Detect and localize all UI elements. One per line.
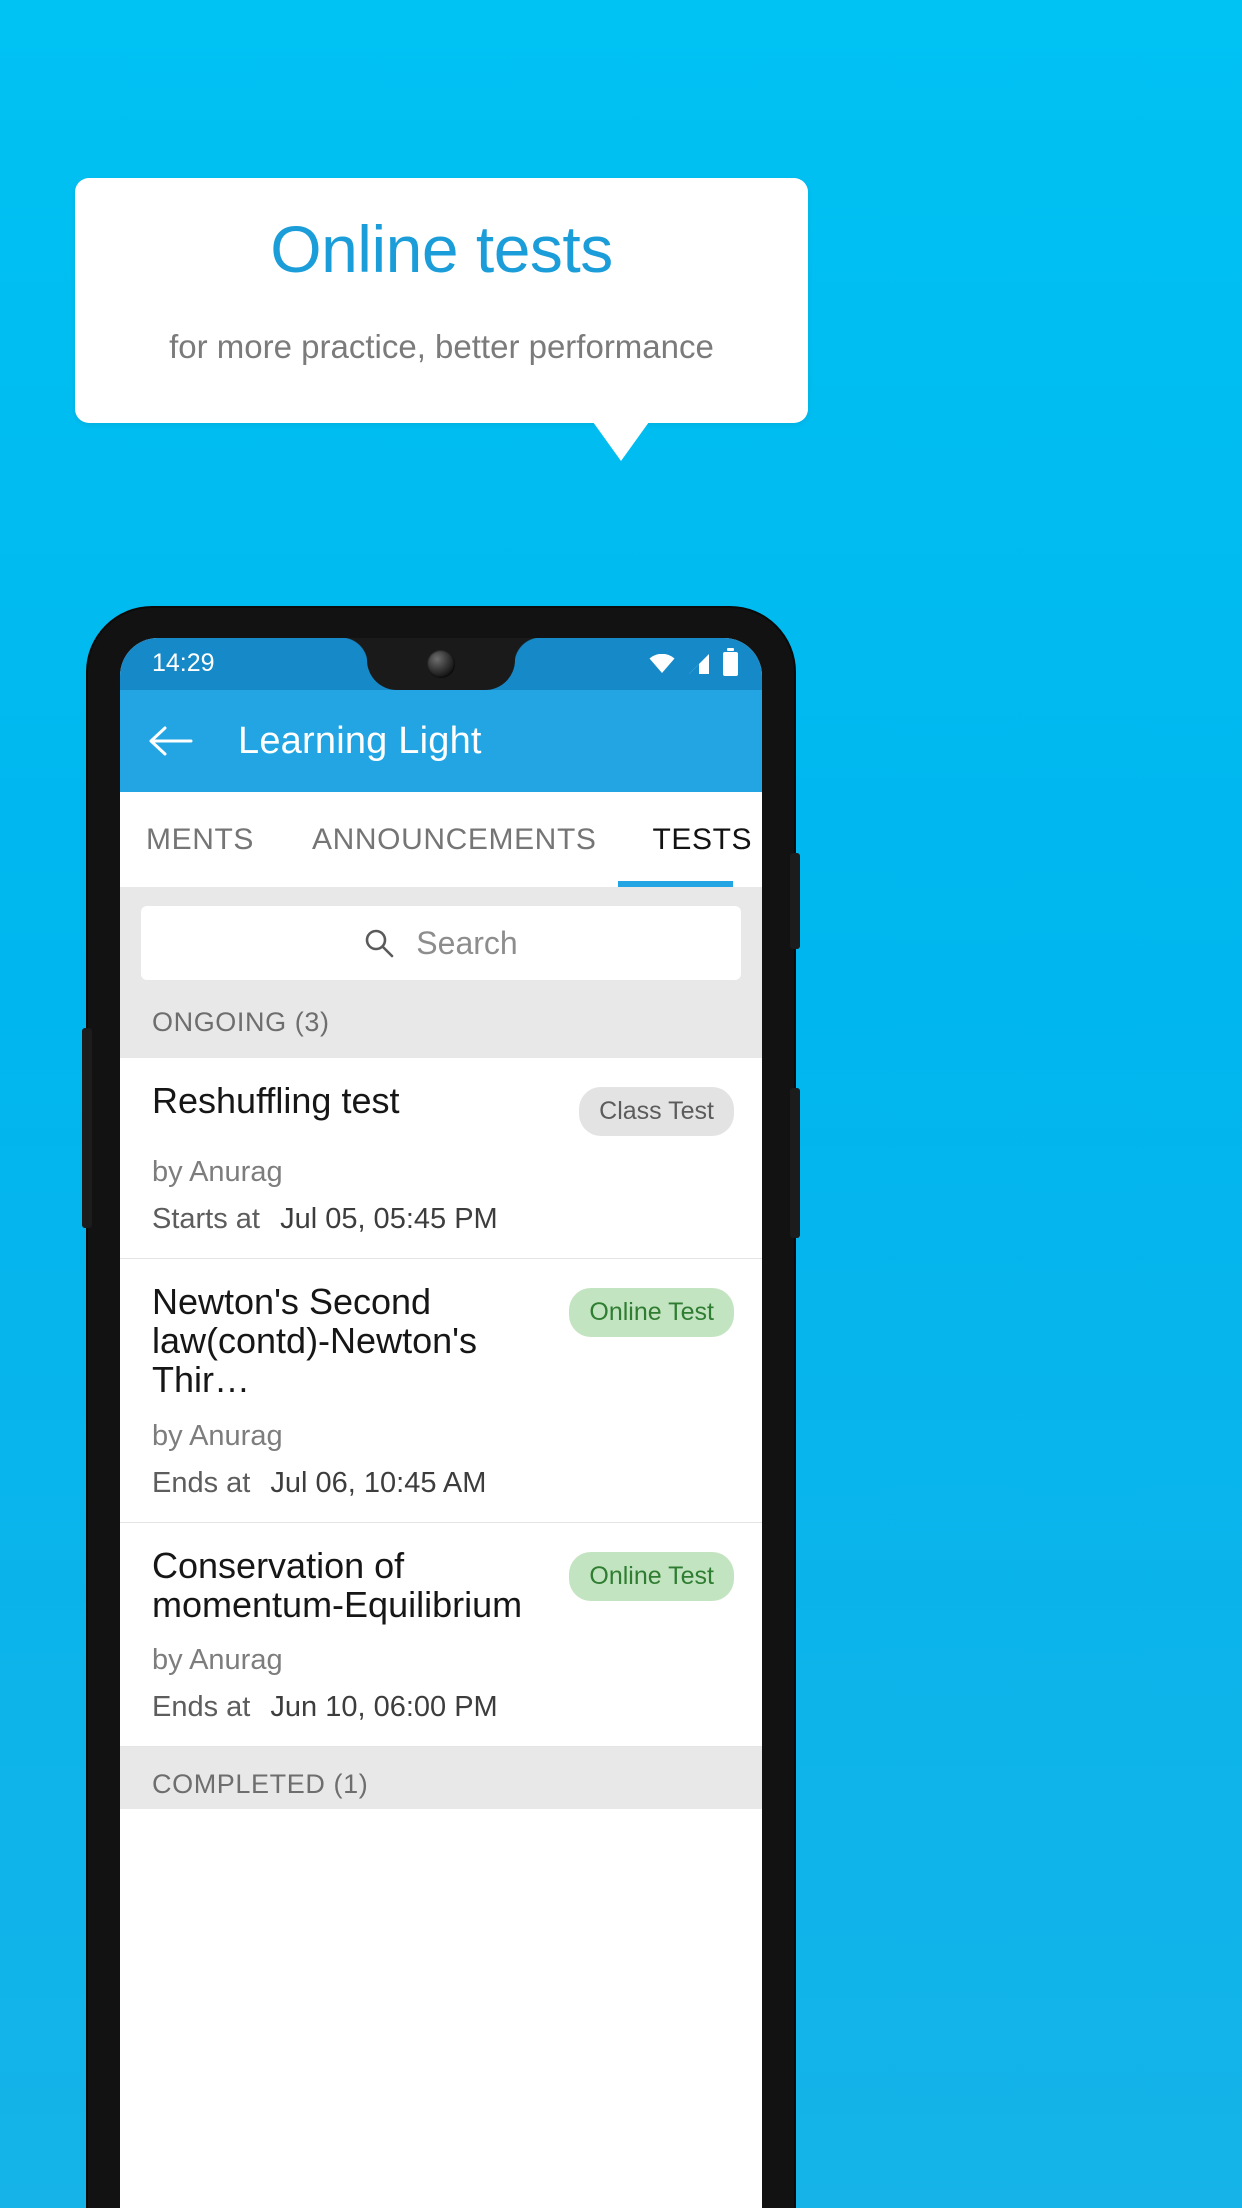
phone-screen: 14:29 Learning Light MENTS ANNOUNCEMENTS… (120, 638, 762, 2208)
test-title: Newton's Second law(contd)-Newton's Thir… (152, 1281, 477, 1400)
phone-button-side (82, 1028, 92, 1228)
tab-bar: MENTS ANNOUNCEMENTS TESTS VIDEOS (120, 792, 762, 887)
phone-button-volume (790, 853, 800, 949)
notch-left-curve (341, 638, 367, 664)
tab-active-indicator (618, 881, 733, 887)
list-item[interactable]: Newton's Second law(contd)-Newton's Thir… (120, 1259, 762, 1523)
search-placeholder: Search (416, 924, 518, 961)
test-title: Conservation of momentum-Equilibrium (152, 1544, 523, 1625)
signal-icon (687, 653, 711, 675)
tab-tests[interactable]: TESTS (652, 823, 752, 857)
test-author: by Anurag (152, 1419, 283, 1452)
test-schedule-label: Ends at (152, 1691, 251, 1724)
search-icon (364, 928, 394, 958)
test-schedule: Ends at Jun 10, 06:00 PM (152, 1691, 734, 1724)
battery-icon (723, 648, 738, 676)
page-title: Online tests (270, 212, 613, 286)
status-badge: Class Test (579, 1087, 734, 1136)
status-icon-group (649, 648, 738, 676)
test-title: Reshuffling test (152, 1080, 400, 1121)
search-area: Search (120, 887, 762, 999)
test-author: by Anurag (152, 1156, 283, 1188)
list-item[interactable]: Conservation of momentum-Equilibrium Onl… (120, 1522, 762, 1748)
test-schedule-label: Ends at (152, 1466, 251, 1499)
section-header-ongoing: ONGOING (3) (120, 999, 762, 1058)
app-title: Learning Light (238, 719, 482, 762)
section-header-completed: COMPLETED (1) (120, 1747, 762, 1810)
test-schedule: Ends at Jul 06, 10:45 AM (152, 1467, 734, 1500)
test-schedule-value: Jul 05, 05:45 PM (280, 1203, 498, 1235)
search-input[interactable]: Search (141, 906, 741, 980)
test-schedule-value: Jul 06, 10:45 AM (270, 1466, 487, 1499)
test-author: by Anurag (152, 1644, 283, 1677)
page-subtitle: for more practice, better performance (169, 328, 714, 365)
phone-button-power (790, 1088, 800, 1238)
phone-notch (341, 638, 541, 690)
test-schedule-value: Jun 10, 06:00 PM (270, 1691, 498, 1724)
status-time: 14:29 (152, 649, 215, 677)
wifi-icon (649, 654, 675, 674)
status-bar: 14:29 (120, 638, 762, 690)
promo-stage: Online tests for more practice, better p… (0, 0, 1242, 2208)
front-camera-icon (427, 650, 455, 678)
tests-content: Search ONGOING (3) Reshuffling test Clas… (120, 887, 762, 1810)
tab-announcements[interactable]: ANNOUNCEMENTS (312, 823, 596, 857)
callout-tail-icon (593, 422, 649, 461)
list-item[interactable]: Reshuffling test Class Test by Anurag St… (120, 1058, 762, 1259)
test-schedule: Starts at Jul 05, 05:45 PM (152, 1203, 734, 1236)
notch-right-curve (515, 638, 541, 664)
promo-callout: Online tests for more practice, better p… (75, 178, 808, 423)
tab-assignments[interactable]: MENTS (146, 823, 254, 857)
back-arrow-icon[interactable] (148, 718, 194, 764)
status-badge: Online Test (569, 1551, 734, 1601)
phone-mockup: 14:29 Learning Light MENTS ANNOUNCEMENTS… (82, 608, 800, 2208)
status-badge: Online Test (569, 1288, 734, 1337)
test-schedule-label: Starts at (152, 1203, 260, 1235)
app-bar: Learning Light (120, 690, 762, 792)
